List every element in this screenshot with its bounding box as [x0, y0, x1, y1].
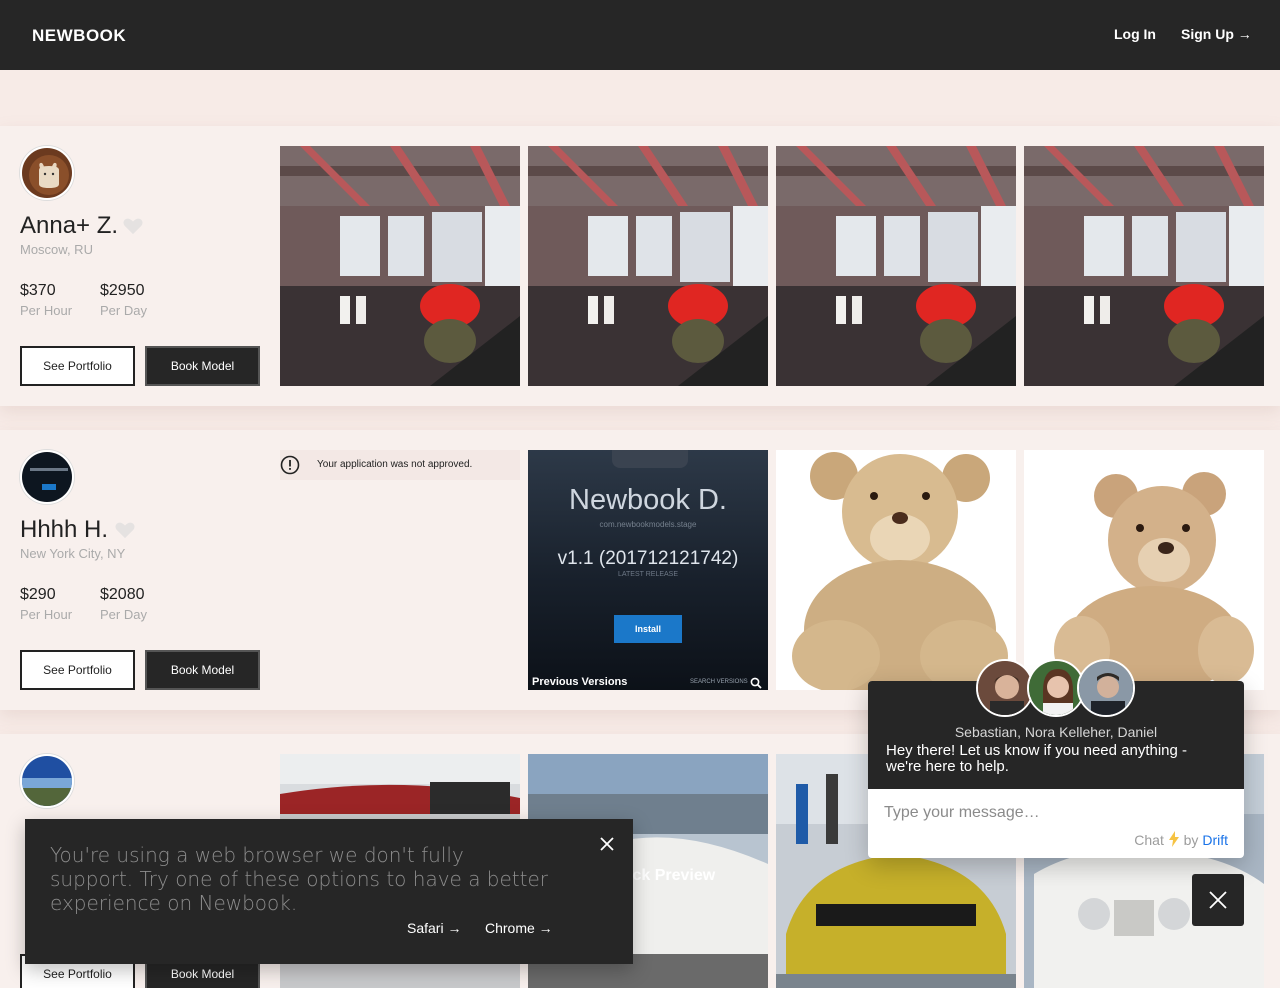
install-button: Install [614, 615, 682, 643]
app-version: v1.1 (201712121742) [557, 548, 739, 569]
day-price: $2950 [100, 282, 145, 299]
chat-widget: Sebastian, Nora Kelleher, Daniel Hey the… [868, 659, 1244, 858]
portfolio-photo[interactable] [1024, 450, 1264, 690]
alert-text: Your application was not approved. [317, 459, 473, 470]
browser-support-banner: You're using a web browser we don't full… [25, 819, 633, 964]
model-location: New York City, NY [20, 546, 126, 561]
portfolio-photo[interactable] [280, 146, 520, 386]
book-model-button[interactable]: Book Model [145, 346, 260, 386]
hour-price: $290 [20, 586, 56, 603]
hour-unit: Per Hour [20, 607, 73, 622]
avatar[interactable] [20, 450, 74, 504]
heart-icon[interactable] [114, 520, 136, 540]
agent-avatar [976, 659, 1034, 717]
exclamation-icon [280, 455, 300, 475]
book-model-button[interactable]: Book Model [145, 650, 260, 690]
chrome-link[interactable]: Chrome → [485, 920, 553, 936]
close-icon [1209, 891, 1227, 909]
avatar[interactable] [20, 754, 74, 808]
previous-versions-label: Previous Versions [532, 676, 628, 688]
powered-by-drift[interactable]: Chat by Drift [1134, 831, 1228, 848]
close-icon[interactable] [599, 836, 615, 852]
banner-text: You're using a web browser we don't full… [50, 843, 549, 915]
login-link[interactable]: Log In [1114, 26, 1156, 42]
safari-link[interactable]: Safari → [407, 920, 461, 936]
hour-price: $370 [20, 282, 56, 299]
newbook-logo[interactable]: NEWBOOK [32, 26, 126, 46]
portfolio-photo[interactable]: Newbook D. com.newbookmodels.stage v1.1 … [528, 450, 768, 690]
day-price: $2080 [100, 586, 145, 603]
powered-chat: Chat [1134, 832, 1164, 848]
day-unit: Per Day [100, 303, 147, 318]
model-card: Anna+ Z. Moscow, RU $370 Per Hour $2950 … [0, 126, 1280, 406]
photo-overlay-text: ick Preview [628, 867, 716, 884]
application-alert: Your application was not approved. [280, 450, 520, 480]
agent-avatar [1077, 659, 1135, 717]
signup-link[interactable]: Sign Up → [1181, 26, 1252, 42]
portfolio-photo[interactable] [776, 450, 1016, 690]
portfolio-photo[interactable] [776, 146, 1016, 386]
model-location: Moscow, RU [20, 242, 93, 257]
app-latest-label: LATEST RELEASE [617, 571, 679, 578]
app-subtitle: com.newbookmodels.stage [599, 520, 697, 529]
heart-icon[interactable] [122, 216, 144, 236]
device-notch [612, 450, 688, 468]
day-unit: Per Day [100, 607, 147, 622]
top-navbar: NEWBOOK Log In Sign Up → [0, 0, 1280, 70]
chat-agents: Sebastian, Nora Kelleher, Daniel [954, 724, 1158, 740]
model-name[interactable]: Hhhh H. [20, 516, 108, 544]
model-name[interactable]: Anna+ Z. [20, 212, 118, 240]
search-icon [750, 677, 762, 689]
app-title: Newbook D. [569, 484, 727, 516]
chat-message-input[interactable]: Type your message… [884, 804, 1040, 822]
see-portfolio-button[interactable]: See Portfolio [20, 346, 135, 386]
chat-welcome-message: Hey there! Let us know if you need anyth… [886, 742, 1188, 775]
portfolio-photo[interactable] [528, 146, 768, 386]
lightning-icon [1168, 831, 1179, 847]
avatar[interactable] [20, 146, 74, 200]
search-versions-label: SEARCH VERSIONS [690, 679, 748, 685]
hour-unit: Per Hour [20, 303, 73, 318]
chat-close-button[interactable] [1192, 874, 1244, 926]
drift-link[interactable]: Drift [1202, 832, 1228, 848]
see-portfolio-button[interactable]: See Portfolio [20, 650, 135, 690]
portfolio-photo[interactable] [1024, 146, 1264, 386]
powered-by: by [1183, 832, 1199, 848]
